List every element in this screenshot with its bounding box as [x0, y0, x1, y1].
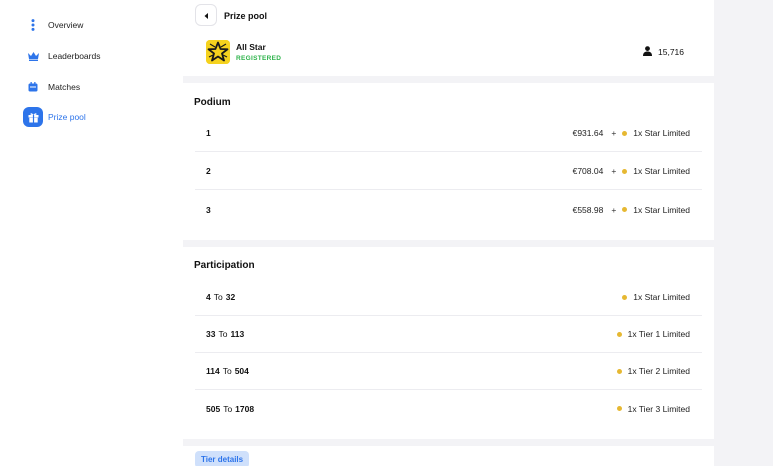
chevron-left-icon [204, 6, 209, 24]
prize-pool-header: Prize pool All Star REGISTERED 15,716 [183, 0, 714, 76]
prize-amount: €931.64 [572, 128, 604, 138]
section-title: Podium [194, 97, 231, 108]
podium-section: Podium 1 €931.64 + 1x Star Limited 2 €70… [183, 83, 714, 240]
crown-icon [23, 46, 43, 66]
page-title: Prize pool [224, 11, 268, 21]
reward: 1x Tier 2 Limited [627, 366, 690, 376]
rank-range: 4 To 32 [206, 292, 236, 302]
plus-sign: + [611, 128, 617, 138]
tier-details-section: Tier details [183, 446, 714, 466]
sidebar-item-label: Overview [48, 20, 84, 30]
sidebar-item-label: Prize pool [48, 112, 86, 122]
reward-dot-icon [622, 294, 628, 300]
sidebar-item-leaderboards[interactable]: Leaderboards [23, 46, 100, 66]
podium-row: 1 €931.64 + 1x Star Limited [195, 115, 702, 152]
reward-dot-icon [622, 130, 628, 136]
plus-sign: + [611, 166, 617, 176]
participation-row: 114 To 504 1x Tier 2 Limited [195, 353, 702, 390]
podium-row: 2 €708.04 + 1x Star Limited [195, 153, 702, 190]
league-name: All Star [236, 42, 266, 52]
rank: 3 [206, 204, 211, 215]
rank: 2 [206, 166, 211, 176]
sidebar-item-overview[interactable]: Overview [23, 15, 83, 35]
sidebar-item-matches[interactable]: Matches [23, 77, 80, 97]
sidebar-item-label: Leaderboards [48, 51, 101, 61]
prize-amount: €558.98 [572, 204, 604, 215]
rank-range: 114 To 504 [206, 366, 249, 376]
prize-amount: €708.04 [572, 166, 604, 176]
reward: 1x Star Limited [633, 204, 690, 215]
reward: 1x Star Limited [633, 292, 690, 302]
participation-row: 33 To 113 1x Tier 1 Limited [195, 316, 702, 353]
reward: 1x Star Limited [633, 166, 690, 176]
tier-details-button[interactable]: Tier details [195, 451, 250, 466]
reward: 1x Tier 1 Limited [627, 329, 690, 339]
back-button[interactable] [195, 4, 217, 26]
rank-range: 505 To 1708 [206, 403, 255, 414]
registration-status: REGISTERED [236, 55, 282, 62]
participation-row: 505 To 1708 1x Tier 3 Limited [195, 390, 702, 427]
reward-dot-icon [616, 406, 622, 411]
participation-row: 4 To 32 1x Star Limited [195, 279, 702, 316]
reward-dot-icon [616, 331, 622, 337]
participation-section: Participation 4 To 32 1x Star Limited 33 To… [183, 247, 714, 439]
league-logo [206, 40, 230, 64]
participants-count: 15,716 [643, 46, 684, 58]
user-icon [643, 46, 658, 58]
sidebar: Overview Leaderboards Matches Prize pool [0, 0, 183, 466]
rank: 1 [206, 128, 211, 138]
section-title: Participation [194, 260, 255, 271]
podium-row: 3 €558.98 + 1x Star Limited [195, 191, 702, 228]
participants-value: 15,716 [658, 47, 684, 57]
reward-dot-icon [622, 207, 628, 212]
reward: 1x Tier 3 Limited [627, 403, 690, 414]
sidebar-item-label: Matches [48, 82, 81, 92]
calendar-icon [23, 77, 43, 97]
sidebar-item-prize-pool[interactable]: Prize pool [23, 107, 86, 127]
reward-dot-icon [616, 368, 622, 374]
plus-sign: + [611, 204, 617, 215]
vertical-dots-icon [23, 15, 43, 35]
rank-range: 33 To 113 [206, 329, 245, 339]
reward: 1x Star Limited [633, 128, 690, 138]
reward-dot-icon [622, 168, 628, 174]
gift-icon [23, 107, 43, 127]
